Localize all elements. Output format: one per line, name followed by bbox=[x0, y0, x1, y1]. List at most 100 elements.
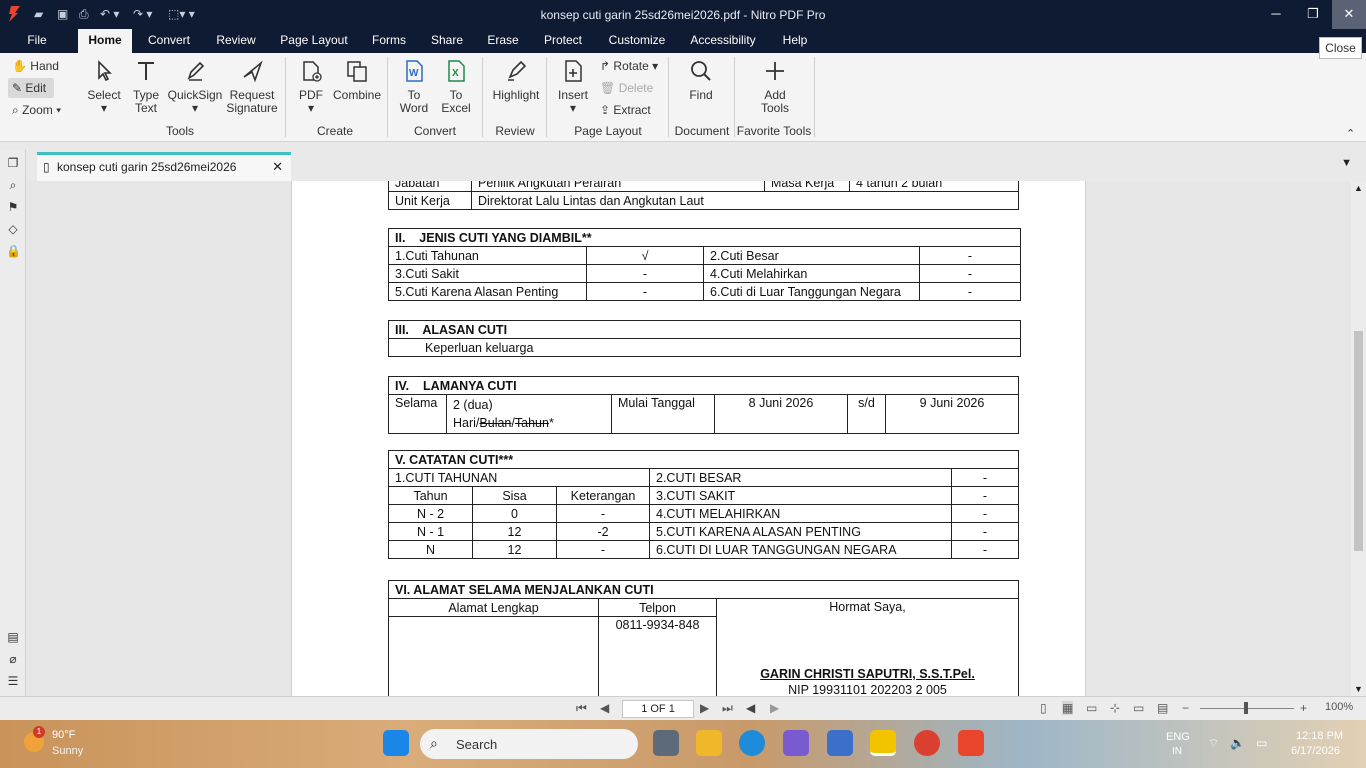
tab-help[interactable]: Help bbox=[774, 29, 816, 53]
fit-view-icon[interactable]: ⊹ bbox=[1110, 701, 1120, 715]
thumbnail-view-icon[interactable]: ▤ bbox=[1157, 701, 1168, 715]
weather-desc[interactable]: Sunny bbox=[52, 745, 83, 757]
create-pdf-button[interactable]: PDF ▾ bbox=[293, 59, 329, 115]
scroll-down-icon[interactable]: ▼ bbox=[1354, 684, 1363, 694]
tab-page-layout[interactable]: Page Layout bbox=[276, 29, 352, 53]
wifi-icon[interactable]: ⌔ bbox=[1208, 736, 1219, 751]
rotate-button[interactable]: ↱ Rotate ▾ bbox=[600, 56, 658, 76]
attachment-icon[interactable]: ⌀ bbox=[6, 652, 20, 666]
continuous-view-icon[interactable]: ▦ bbox=[1062, 701, 1074, 715]
next-page-icon[interactable]: ▶ bbox=[700, 701, 709, 715]
chrome-icon[interactable] bbox=[914, 730, 940, 756]
tab-home[interactable]: Home bbox=[78, 29, 132, 53]
collapse-ribbon-icon[interactable]: ⌃ bbox=[1346, 127, 1355, 140]
add-tools-button[interactable]: Add Tools bbox=[756, 59, 794, 115]
page-number-input[interactable]: 1 OF 1 bbox=[622, 700, 694, 718]
first-page-icon[interactable]: ⏮ bbox=[576, 701, 587, 716]
catatan-type: 2.CUTI BESAR bbox=[649, 468, 952, 487]
start-windows-icon[interactable] bbox=[383, 730, 409, 756]
combine-button[interactable]: Combine bbox=[332, 59, 382, 102]
sticky-notes-icon[interactable] bbox=[870, 730, 896, 756]
present-view-icon[interactable]: ▭ bbox=[1133, 701, 1144, 715]
insert-button[interactable]: Insert ▾ bbox=[555, 59, 591, 115]
pages-panel-icon[interactable]: ❐ bbox=[6, 156, 20, 170]
zoom-out-icon[interactable]: − bbox=[1182, 701, 1189, 715]
sisa-cell: 12 bbox=[472, 522, 557, 541]
to-excel-button[interactable]: X To Excel bbox=[438, 59, 474, 115]
alamat-table: VI. ALAMAT SELAMA MENJALANKAN CUTI Alama… bbox=[388, 580, 1019, 696]
copilot-icon[interactable] bbox=[783, 730, 809, 756]
battery-icon[interactable]: ▭ bbox=[1256, 736, 1267, 750]
restore-button[interactable]: ❐ bbox=[1296, 0, 1330, 29]
request-signature-button[interactable]: Request Signature bbox=[226, 59, 278, 115]
close-button[interactable]: ✕ bbox=[1332, 0, 1366, 29]
alamat-value bbox=[388, 616, 599, 696]
last-page-icon[interactable]: ⏭ bbox=[722, 701, 733, 716]
zoom-slider-thumb[interactable] bbox=[1244, 702, 1248, 714]
zoom-in-icon[interactable]: + bbox=[1300, 701, 1307, 715]
tab-customize[interactable]: Customize bbox=[601, 29, 673, 53]
weather-temp[interactable]: 90°F bbox=[52, 729, 75, 741]
highlight-button[interactable]: Highlight bbox=[488, 59, 544, 102]
next-view-icon[interactable]: ▶ bbox=[770, 701, 779, 715]
zoom-tool-button[interactable]: ⌕ Zoom ▾ bbox=[12, 100, 61, 120]
file-explorer-icon[interactable] bbox=[696, 730, 722, 756]
bookmark-icon[interactable]: ⚑ bbox=[6, 200, 20, 214]
taskbar-search-box[interactable]: ⌕ Search bbox=[420, 729, 638, 759]
to-word-button[interactable]: W To Word bbox=[396, 59, 432, 115]
close-tab-icon[interactable]: ✕ bbox=[272, 155, 283, 179]
edit-tool-button[interactable]: ✎ Edit bbox=[8, 78, 54, 98]
vertical-scrollbar[interactable]: ▲ ▼ bbox=[1351, 181, 1366, 696]
facing-view-icon[interactable]: ▭ bbox=[1086, 701, 1097, 715]
task-view-icon[interactable] bbox=[653, 730, 679, 756]
lock-icon[interactable]: 🔒 bbox=[6, 244, 21, 258]
cuti-type: 4.Cuti Melahirkan bbox=[703, 264, 920, 283]
duration-cell: 2 (dua) Hari/Bulan/Tahun* bbox=[446, 394, 612, 434]
previous-page-icon[interactable]: ◀ bbox=[600, 701, 609, 715]
extract-label: Extract bbox=[613, 103, 651, 117]
zoom-level[interactable]: 100% bbox=[1325, 701, 1353, 713]
tab-file[interactable]: File bbox=[18, 29, 56, 53]
edge-icon[interactable] bbox=[739, 730, 765, 756]
find-button[interactable]: Find bbox=[682, 59, 720, 102]
clock-date[interactable]: 6/17/2026 bbox=[1291, 745, 1340, 757]
hand-tool-button[interactable]: ✋ Hand bbox=[12, 56, 59, 76]
tab-review[interactable]: Review bbox=[208, 29, 264, 53]
app-icon[interactable] bbox=[827, 730, 853, 756]
scroll-up-icon[interactable]: ▲ bbox=[1354, 183, 1363, 193]
tab-protect[interactable]: Protect bbox=[536, 29, 590, 53]
extract-button[interactable]: ⇪ Extract bbox=[600, 100, 651, 120]
nitro-pdf-taskbar-icon[interactable] bbox=[958, 730, 984, 756]
tab-convert[interactable]: Convert bbox=[142, 29, 196, 53]
document-tab[interactable]: ▯ konsep cuti garin 25sd26mei2026 ✕ bbox=[37, 152, 291, 181]
employee-info-table: Jabatan Penilik Angkutan Perairan Masa K… bbox=[388, 181, 1019, 210]
document-icon: ▯ bbox=[43, 160, 50, 174]
scroll-thumb[interactable] bbox=[1354, 331, 1363, 551]
tab-erase[interactable]: Erase bbox=[481, 29, 525, 53]
single-page-view-icon[interactable]: ▯ bbox=[1040, 701, 1047, 715]
select-label: Select bbox=[87, 88, 121, 102]
hormat-saya: Hormat Saya, bbox=[829, 600, 906, 614]
previous-view-icon[interactable]: ◀ bbox=[746, 701, 755, 715]
comments-icon[interactable]: ▤ bbox=[6, 630, 20, 644]
tab-share[interactable]: Share bbox=[424, 29, 470, 53]
fields-icon[interactable]: ☰ bbox=[6, 674, 20, 688]
tab-list-dropdown-icon[interactable]: ▼ bbox=[1341, 157, 1352, 169]
type-text-button[interactable]: Type Text bbox=[128, 59, 164, 115]
unit-kerja-value: Direktorat Lalu Lintas dan Angkutan Laut bbox=[471, 191, 1019, 210]
tag-icon[interactable]: ◇ bbox=[6, 222, 20, 236]
trash-icon: 🗑 bbox=[600, 81, 616, 95]
language-1[interactable]: ENG bbox=[1166, 731, 1190, 743]
search-panel-icon[interactable]: ⌕ bbox=[6, 178, 20, 192]
delete-button[interactable]: 🗑 Delete bbox=[600, 78, 653, 98]
jenis-cuti-table: II. JENIS CUTI YANG DIAMBIL** 1.Cuti Tah… bbox=[388, 228, 1021, 301]
tab-forms[interactable]: Forms bbox=[364, 29, 414, 53]
tab-accessibility[interactable]: Accessibility bbox=[684, 29, 762, 53]
language-2[interactable]: IN bbox=[1172, 746, 1182, 757]
volume-icon[interactable]: 🔈 bbox=[1230, 736, 1245, 750]
keterangan-cell: - bbox=[556, 540, 650, 559]
minimize-button[interactable]: ─ bbox=[1259, 0, 1293, 29]
clock-time[interactable]: 12:18 PM bbox=[1296, 730, 1343, 742]
quicksign-button[interactable]: QuickSign ▾ bbox=[166, 59, 224, 115]
select-button[interactable]: Select ▾ bbox=[84, 59, 124, 115]
